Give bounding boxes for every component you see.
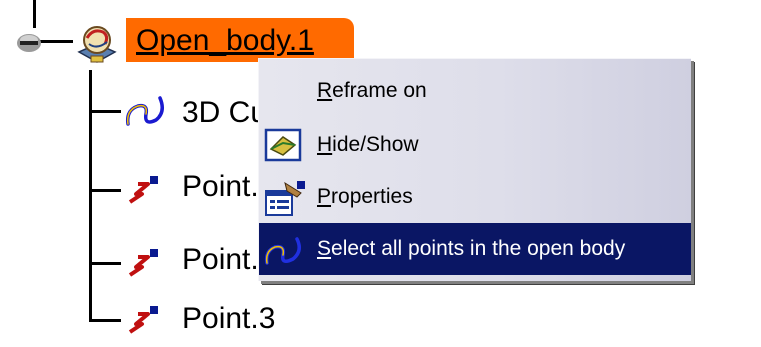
tree-branch-2 [89, 189, 121, 192]
tree-root-label: Open_body.1 [136, 24, 314, 57]
context-menu: Reframe on Hide/Show Properties Select a… [258, 58, 691, 281]
curve-icon[interactable] [124, 88, 168, 132]
menu-item-reframe-on[interactable]: Reframe on [259, 65, 691, 117]
menu-item-label: Hide/Show [317, 133, 419, 156]
point-icon[interactable] [124, 302, 164, 338]
open-body-icon[interactable] [73, 22, 121, 70]
tree-vertical-line [89, 70, 92, 322]
tree-item-label[interactable]: Point.3 [182, 304, 275, 334]
hide-show-icon [264, 128, 302, 162]
expand-toggle-icon[interactable] [14, 28, 44, 58]
tree-branch-1 [89, 110, 121, 113]
properties-icon [265, 181, 305, 216]
menu-item-select-all-points[interactable]: Select all points in the open body [259, 223, 691, 275]
tree-branch-3 [89, 262, 121, 265]
menu-item-properties[interactable]: Properties [259, 171, 691, 223]
menu-item-label: Select all points in the open body [317, 237, 626, 260]
menu-item-label: Reframe on [317, 79, 427, 102]
tree-branch-4 [89, 319, 121, 322]
curve-icon [264, 237, 301, 265]
tree-root-stub [33, 0, 36, 28]
menu-item-label: Properties [317, 185, 413, 208]
tree-root-node[interactable]: Open_body.1 [126, 18, 354, 62]
point-icon[interactable] [124, 172, 164, 208]
point-icon[interactable] [124, 245, 164, 281]
menu-item-hide-show[interactable]: Hide/Show [259, 119, 691, 171]
